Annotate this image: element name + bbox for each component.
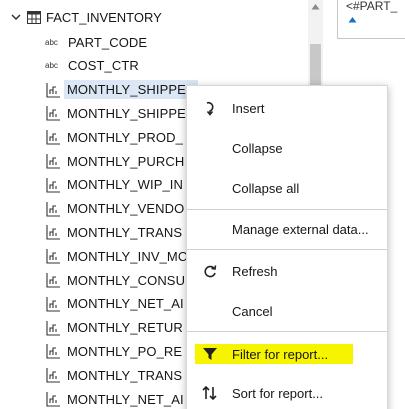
tree-row-label: MONTHLY_PROD_ — [67, 129, 183, 145]
tree-row-label: MONTHLY_INV_MC — [67, 248, 188, 264]
measure-icon — [46, 344, 60, 359]
tree-row[interactable]: MONTHLY_WIP_IN — [45, 174, 186, 196]
measure-icon — [46, 249, 60, 264]
tree-row-label: MONTHLY_NET_AI — [67, 296, 184, 312]
measure-icon — [46, 201, 60, 217]
menu-item-insert[interactable]: Insert — [187, 93, 387, 123]
menu-item-label: Sort for report... — [232, 385, 324, 401]
app-root: FACT_INVENTORY abc PART_CODE abc COST_CTR MO… — [0, 0, 405, 409]
tree-row-label: MONTHLY_CONSU — [67, 272, 186, 288]
measure-icon — [46, 368, 60, 383]
tree-root-fact-inventory[interactable]: FACT_INVENTORY — [10, 6, 162, 28]
measure-icon — [46, 130, 60, 145]
tree-row[interactable]: abc COST_CTR — [45, 55, 142, 77]
measure-icon — [46, 273, 60, 288]
sort-icon — [201, 384, 219, 402]
measure-icon — [46, 82, 60, 98]
tree-row[interactable]: MONTHLY_SHIPPED — [45, 79, 199, 101]
measure-icon — [46, 392, 60, 407]
tree-row-label: MONTHLY_PO_RE — [67, 343, 183, 359]
menu-item-label: Manage external data... — [232, 221, 369, 237]
tree-row-label: MONTHLY_SHIPPED — [64, 80, 199, 100]
tree-row[interactable]: MONTHLY_PROD_ — [45, 126, 186, 148]
tree-row[interactable]: MONTHLY_NET_AI — [45, 388, 187, 409]
tree-row[interactable]: MONTHLY_PURCH — [45, 150, 187, 172]
tree-row[interactable]: MONTHLY_CONSU — [45, 269, 188, 291]
tree-row-label: COST_CTR — [68, 58, 139, 74]
menu-separator — [187, 331, 387, 332]
expression-text: <#PART_ — [346, 0, 398, 13]
tree-row-label: MONTHLY_PURCH — [67, 153, 185, 169]
menu-separator — [187, 209, 387, 210]
tree-row[interactable]: MONTHLY_INV_MC — [45, 245, 190, 267]
tree-row[interactable]: MONTHLY_SHIPPE — [45, 102, 189, 124]
tree-row[interactable]: MONTHLY_RETUR — [45, 317, 186, 339]
measure-icon — [46, 154, 60, 169]
tree-row-label: PART_CODE — [68, 34, 148, 50]
filter-icon — [201, 345, 219, 363]
menu-item-filter-for-report[interactable]: Filter for report... — [187, 339, 387, 369]
menu-item-collapse[interactable]: Collapse — [187, 133, 387, 163]
measure-icon — [46, 225, 60, 240]
context-menu: Insert Collapse Collapse all Manage exte… — [186, 85, 388, 409]
tree-row[interactable]: abc PART_CODE — [45, 31, 150, 53]
menu-item-sort-for-report[interactable]: Sort for report... — [187, 378, 387, 408]
caret-up-icon[interactable] — [348, 16, 357, 23]
tree-row[interactable]: MONTHLY_TRANS — [45, 364, 185, 386]
tree-row[interactable]: MONTHLY_NET_AI — [45, 293, 187, 315]
menu-separator — [187, 249, 387, 250]
measure-icon — [46, 320, 60, 336]
menu-item-label: Insert — [232, 100, 265, 116]
menu-item-label: Filter for report... — [232, 346, 329, 362]
tree-row[interactable]: MONTHLY_TRANS — [45, 221, 185, 243]
menu-item-label: Cancel — [232, 303, 273, 319]
scroll-up-arrow-icon[interactable] — [311, 3, 320, 10]
menu-item-refresh[interactable]: Refresh — [187, 256, 387, 286]
menu-item-manage-external-data[interactable]: Manage external data... — [187, 214, 387, 244]
measure-icon — [46, 177, 60, 193]
measure-icon — [46, 106, 60, 121]
tree-row-label: MONTHLY_RETUR — [67, 320, 183, 336]
menu-item-cancel[interactable]: Cancel — [187, 296, 387, 326]
expression-panel[interactable]: <#PART_ — [337, 0, 405, 39]
insert-icon — [201, 99, 219, 117]
menu-item-collapse-all[interactable]: Collapse all — [187, 173, 387, 203]
tree-row[interactable]: MONTHLY_VENDO — [45, 198, 187, 220]
table-icon — [27, 10, 41, 24]
refresh-icon — [201, 262, 219, 280]
measure-icon — [46, 296, 60, 312]
menu-item-label: Collapse — [232, 140, 283, 156]
menu-item-label: Collapse all — [232, 180, 300, 196]
tree-row-label: MONTHLY_TRANS — [67, 224, 183, 240]
text-type-icon: abc — [45, 61, 58, 71]
tree-row-label: MONTHLY_VENDO — [67, 201, 185, 217]
chevron-down-icon[interactable] — [10, 11, 22, 23]
menu-item-label: Refresh — [232, 263, 278, 279]
text-type-icon: abc — [45, 37, 58, 47]
tree-row-label: MONTHLY_TRANS — [67, 367, 183, 383]
tree-root-label: FACT_INVENTORY — [46, 9, 162, 25]
tree-row-label: MONTHLY_WIP_IN — [67, 177, 184, 193]
tree-row-label: MONTHLY_SHIPPE — [67, 105, 186, 121]
tree-row-label: MONTHLY_NET_AI — [67, 391, 184, 407]
tree-row[interactable]: MONTHLY_PO_RE — [45, 340, 185, 362]
